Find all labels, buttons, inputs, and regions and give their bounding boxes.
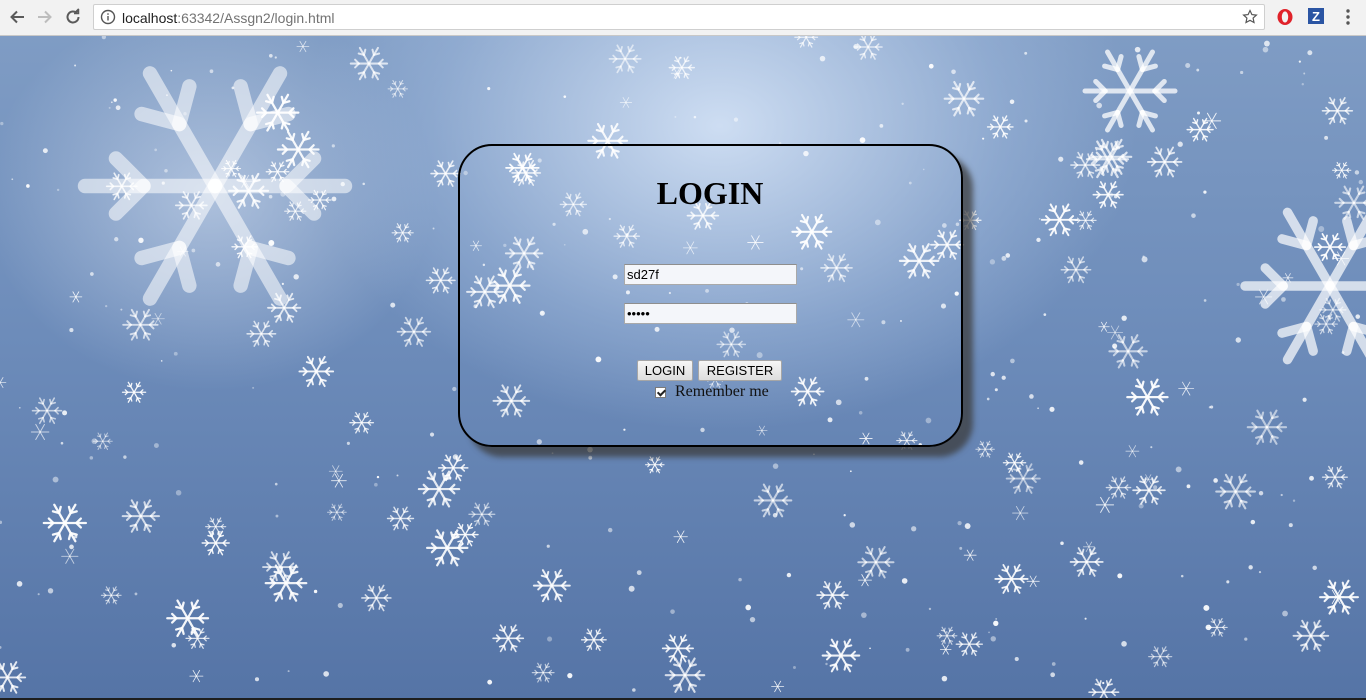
remember-me-row: Remember me bbox=[655, 383, 769, 401]
info-icon[interactable] bbox=[100, 9, 116, 25]
arrow-left-icon bbox=[10, 10, 24, 24]
remember-me-checkbox[interactable] bbox=[655, 386, 666, 398]
browser-toolbar: localhost:63342/Assgn2/login.html Z bbox=[0, 0, 1366, 36]
star-icon[interactable] bbox=[1242, 9, 1258, 25]
remember-me-label: Remember me bbox=[675, 383, 769, 400]
vertical-dots-icon[interactable] bbox=[1342, 8, 1354, 26]
username-field[interactable] bbox=[624, 264, 797, 285]
z-extension-icon[interactable]: Z bbox=[1308, 8, 1324, 24]
url-host: localhost bbox=[122, 10, 178, 26]
register-button[interactable]: REGISTER bbox=[698, 360, 782, 381]
url-path: :63342/Assgn2/login.html bbox=[177, 10, 335, 26]
password-field[interactable] bbox=[624, 303, 797, 324]
reload-button[interactable] bbox=[62, 6, 84, 28]
reload-icon bbox=[66, 8, 80, 24]
opera-icon[interactable] bbox=[1276, 8, 1294, 26]
forward-button[interactable] bbox=[34, 6, 56, 28]
login-button[interactable]: LOGIN bbox=[637, 360, 693, 381]
address-bar[interactable]: localhost:63342/Assgn2/login.html bbox=[93, 4, 1265, 30]
url-text[interactable]: localhost:63342/Assgn2/login.html bbox=[122, 10, 334, 26]
arrow-right-icon bbox=[38, 10, 52, 24]
login-title: LOGIN bbox=[656, 175, 764, 211]
back-button[interactable] bbox=[6, 6, 28, 28]
